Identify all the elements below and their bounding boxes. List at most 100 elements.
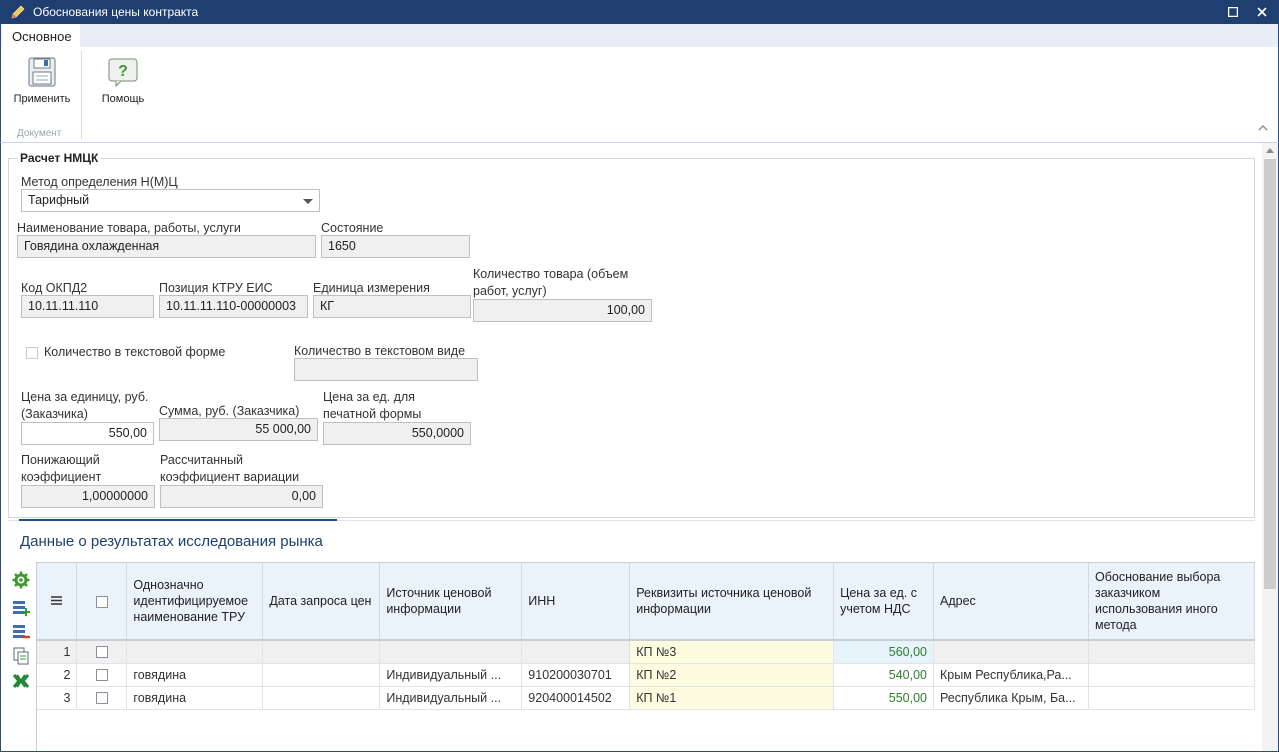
delete-row-icon[interactable] (12, 623, 30, 641)
maximize-button[interactable] (1224, 3, 1242, 21)
qty-text-checkbox[interactable] (26, 347, 38, 359)
settings-icon[interactable] (12, 571, 30, 589)
quantity-field[interactable]: 100,00 (473, 299, 652, 322)
unit-field[interactable]: КГ (313, 295, 471, 318)
row-checkbox-cell[interactable] (76, 663, 128, 687)
ribbon-separator (81, 51, 82, 139)
cell-addr[interactable] (933, 640, 1089, 664)
col-header-reason[interactable]: Обоснование выбора заказчиком использова… (1088, 563, 1255, 641)
cell-reason[interactable] (1088, 663, 1255, 687)
select-all-header[interactable] (76, 563, 128, 641)
help-icon: ? (108, 58, 138, 87)
cell-date[interactable] (262, 663, 381, 687)
market-table: Однозначно идентифицируемое наименование… (37, 563, 1255, 710)
reduce-coef-label: Понижающий коэффициент (21, 453, 102, 484)
market-grid: Однозначно идентифицируемое наименование… (36, 562, 1255, 751)
unit-price-label: Цена за единицу, руб. (Заказчика) (21, 390, 149, 421)
variation-label: Рассчитанный коэффициент вариации (160, 453, 300, 484)
col-header-inn[interactable]: ИНН (521, 563, 631, 641)
cell-req[interactable]: КП №1 (629, 686, 835, 710)
row-checkbox-cell[interactable] (76, 640, 128, 664)
col-header-price[interactable]: Цена за ед. с учетом НДС (833, 563, 935, 641)
cell-name[interactable]: говядина (126, 686, 264, 710)
sum-field[interactable]: 55 000,00 (159, 418, 318, 441)
cell-date[interactable] (262, 640, 381, 664)
help-button[interactable]: ? Помощь (97, 57, 149, 105)
scroll-up-icon[interactable] (1266, 147, 1274, 153)
pencil-icon (11, 5, 25, 19)
add-row-icon[interactable] (12, 599, 30, 617)
cell-addr[interactable]: Крым Республика,Ра... (933, 663, 1089, 687)
nmck-legend: Расчет НМЦК (18, 151, 101, 165)
print-price-label: Цена за ед. для печатной формы (323, 390, 422, 421)
col-header-name[interactable]: Однозначно идентифицируемое наименование… (126, 563, 264, 641)
ktru-field[interactable]: 10.11.11.110-00000003 (159, 295, 308, 318)
maximize-icon (1227, 6, 1239, 18)
collapse-ribbon-button[interactable] (1258, 120, 1268, 134)
cell-inn[interactable]: 920400014502 (521, 686, 631, 710)
help-label: Помощь (101, 93, 145, 105)
row-number: 3 (37, 686, 78, 710)
reduce-coef-field[interactable]: 1,00000000 (21, 485, 155, 508)
unit-price-field[interactable]: 550,00 (21, 422, 154, 445)
cell-price[interactable]: 550,00 (833, 686, 935, 710)
quantity-label: Количество товара (объем работ, услуг) (473, 267, 629, 298)
variation-field[interactable]: 0,00 (160, 485, 323, 508)
select-all-checkbox[interactable] (95, 595, 108, 608)
col-header-source[interactable]: Источник ценовой информации (379, 563, 523, 641)
close-icon (1257, 7, 1267, 17)
cell-name[interactable]: говядина (126, 663, 264, 687)
content-area: Расчет НМЦК Метод определения Н(М)Ц Тари… (0, 143, 1279, 752)
excel-export-icon[interactable] (12, 672, 30, 690)
market-section-title[interactable]: Данные о результатах исследования рынка (20, 533, 323, 550)
cell-price[interactable]: 540,00 (833, 663, 935, 687)
menu-icon (51, 596, 63, 605)
okpd-field[interactable]: 10.11.11.110 (21, 295, 154, 318)
qty-text-field[interactable] (294, 358, 478, 381)
scrollbar-thumb[interactable] (1264, 159, 1276, 589)
product-name-field[interactable]: Говядина охлажденная (17, 235, 316, 258)
title-bar: Обоснования цены контракта (0, 0, 1279, 24)
row-checkbox[interactable] (95, 669, 108, 682)
row-number: 1 (37, 640, 78, 664)
apply-button[interactable]: Применить (9, 57, 75, 105)
chevron-down-icon (303, 199, 313, 204)
cell-price[interactable]: 560,00 (833, 640, 935, 664)
save-icon (28, 57, 56, 87)
cell-req[interactable]: КП №3 (629, 640, 835, 664)
cell-source[interactable]: Индивидуальный ... (379, 663, 523, 687)
cell-reason[interactable] (1088, 686, 1255, 710)
cell-source[interactable] (379, 640, 523, 664)
window-title: Обоснования цены контракта (33, 5, 199, 19)
ribbon: Применить ? Помощь Документ (0, 47, 1279, 143)
print-price-field[interactable]: 550,0000 (323, 422, 471, 445)
cell-date[interactable] (262, 686, 381, 710)
table-row[interactable]: 2 говядина Индивидуальный ... 9102000307… (37, 663, 1255, 687)
apply-label: Применить (13, 93, 71, 105)
cell-addr[interactable]: Республика Крым, Ба... (933, 686, 1089, 710)
col-header-req[interactable]: Реквизиты источника ценовой информации (629, 563, 835, 641)
col-header-date[interactable]: Дата запроса цен (262, 563, 381, 641)
row-checkbox-cell[interactable] (76, 686, 128, 710)
cell-reason[interactable] (1088, 640, 1255, 664)
tab-main[interactable]: Основное (2, 24, 80, 47)
row-checkbox[interactable] (95, 692, 108, 705)
vertical-scrollbar[interactable] (1262, 143, 1278, 751)
cell-inn[interactable]: 910200030701 (521, 663, 631, 687)
method-select[interactable]: Тарифный (21, 189, 320, 212)
close-button[interactable] (1253, 3, 1271, 21)
cell-inn[interactable] (521, 640, 631, 664)
svg-text:?: ? (118, 63, 128, 80)
cell-source[interactable]: Индивидуальный ... (379, 686, 523, 710)
table-row[interactable]: 1 КП №3 560,00 (37, 640, 1255, 664)
cell-req[interactable]: КП №2 (629, 663, 835, 687)
table-row[interactable]: 3 говядина Индивидуальный ... 9204000145… (37, 686, 1255, 710)
state-field[interactable]: 1650 (321, 235, 470, 258)
cell-name[interactable] (126, 640, 264, 664)
copy-icon[interactable] (12, 647, 30, 665)
chevron-up-icon (1258, 125, 1268, 131)
col-header-addr[interactable]: Адрес (933, 563, 1089, 641)
row-checkbox[interactable] (95, 646, 108, 659)
section-tab-accent (19, 519, 337, 521)
row-menu-header[interactable] (37, 563, 78, 641)
